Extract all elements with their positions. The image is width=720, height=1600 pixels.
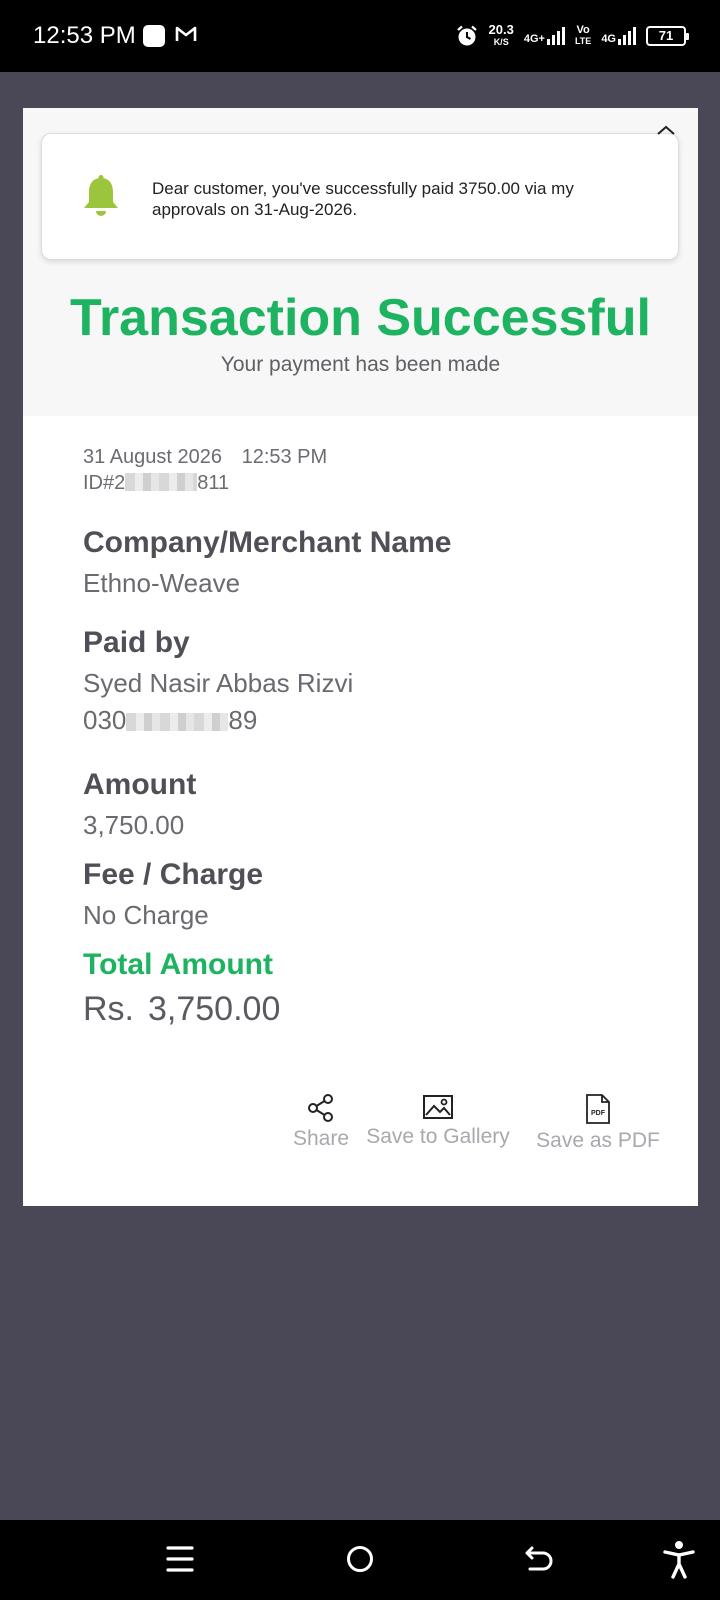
paid-by-label: Paid by — [83, 626, 190, 659]
amount-label: Amount — [83, 768, 197, 801]
total-value: Rs. 3,750.00 — [83, 990, 281, 1028]
transaction-datetime: 31 August 2026 12:53 PM ID#2 811 — [83, 444, 327, 496]
transaction-time: 12:53 PM — [241, 446, 328, 468]
save-as-pdf-button[interactable]: PDF Save as PDF — [528, 1093, 668, 1153]
share-icon — [308, 1094, 333, 1122]
back-icon[interactable] — [524, 1540, 556, 1578]
merchant-label: Company/Merchant Name — [83, 526, 452, 559]
svg-text:PDF: PDF — [591, 1110, 606, 1117]
network-speed: 20.3 K/S — [488, 22, 514, 47]
battery-icon: 71 — [646, 26, 689, 46]
collapse-icon[interactable] — [656, 124, 676, 136]
transaction-status-subtitle: Your payment has been made — [220, 353, 501, 376]
alarm-icon — [456, 25, 477, 46]
save-to-gallery-button[interactable]: Save to Gallery — [363, 1093, 513, 1149]
transaction-status-title: Transaction Successful — [70, 289, 651, 347]
transaction-id: ID#2 811 — [83, 472, 230, 494]
notification-message: Dear customer, you've successfully paid … — [152, 179, 574, 219]
amount-value: 3,750.00 — [83, 810, 185, 840]
fee-value: No Charge — [83, 900, 209, 930]
status-bar: 12:53 PM 20.3 K/S 4G+ Vo LTE 4G 71 — [0, 0, 720, 72]
status-time: 12:53 PM — [33, 22, 136, 49]
bell-icon — [84, 175, 118, 216]
fee-section: Fee / Charge No Charge — [83, 858, 263, 931]
network-type-1: 4G+ — [523, 33, 545, 45]
total-section: Total Amount Rs. 3,750.00 — [83, 948, 280, 1029]
pdf-icon: PDF — [586, 1094, 610, 1124]
paid-by-name: Syed Nasir Abbas Rizvi — [83, 668, 354, 698]
accessibility-icon[interactable] — [662, 1540, 696, 1580]
navigation-bar — [0, 1520, 720, 1600]
home-icon[interactable] — [345, 1540, 375, 1578]
paid-by-section: Paid by Syed Nasir Abbas Rizvi 030 89 — [83, 626, 353, 736]
signal-icon — [546, 27, 565, 45]
network-type-2: 4G — [601, 33, 616, 45]
share-button[interactable]: Share — [283, 1093, 359, 1151]
volte-indicator: Vo LTE — [574, 24, 592, 47]
merchant-section: Company/Merchant Name Ethno-Weave — [83, 526, 451, 599]
paid-by-phone: 030 89 — [83, 705, 258, 735]
receipt-card: easypaisa Transaction Successful Your pa… — [23, 104, 698, 1210]
gmail-icon — [175, 26, 197, 41]
redacted-block — [125, 473, 198, 491]
app-icon — [143, 25, 165, 47]
transaction-date: 31 August 2026 — [83, 446, 223, 468]
merchant-value: Ethno-Weave — [83, 568, 241, 598]
menu-icon[interactable] — [166, 1540, 194, 1578]
redacted-block — [126, 713, 229, 731]
amount-section: Amount 3,750.00 — [83, 768, 196, 841]
image-icon — [423, 1095, 453, 1119]
fee-label: Fee / Charge — [83, 858, 264, 891]
total-label: Total Amount — [83, 948, 273, 981]
receipt-edge-bottom — [23, 1202, 698, 1210]
signal-icon — [618, 27, 636, 45]
receipt-actions: Share Save to Gallery PDF Save as PDF — [23, 1093, 698, 1173]
payment-notification[interactable]: Dear customer, you've successfully paid … — [41, 133, 679, 260]
